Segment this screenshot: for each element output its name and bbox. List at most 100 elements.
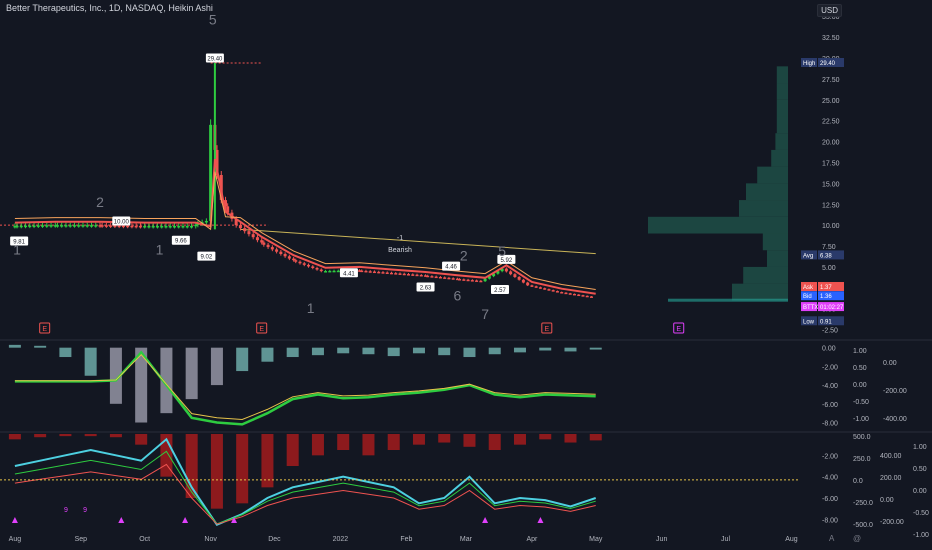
- candle-body: [475, 280, 479, 282]
- candle-body: [543, 288, 547, 290]
- y-tick-label: -2.00: [822, 364, 838, 371]
- histogram-bar: [539, 434, 552, 440]
- histogram-bar: [261, 434, 274, 488]
- candle-body: [89, 225, 93, 227]
- candle-body: [336, 270, 340, 273]
- y-tick-label: 12.50: [822, 202, 840, 209]
- candle-body: [377, 271, 381, 274]
- right-label-value: 1.37: [820, 285, 832, 291]
- histogram-bar: [438, 347, 451, 356]
- candle-body: [462, 279, 466, 281]
- histogram-bar: [488, 434, 501, 450]
- volume-profile-bar: [767, 250, 788, 267]
- candle-body: [555, 291, 559, 293]
- histogram-bar: [286, 434, 299, 466]
- candle-body: [466, 279, 470, 282]
- histogram-bar: [311, 434, 324, 456]
- histogram-bar: [84, 347, 97, 376]
- y-tick-label: 0.00: [913, 488, 927, 495]
- right-label-value: 1.36: [820, 294, 832, 300]
- candle-body: [45, 225, 49, 227]
- histogram-bar: [438, 434, 451, 443]
- histogram-bar: [261, 347, 274, 362]
- price-label: 29.40: [207, 56, 223, 62]
- x-tick-label: Oct: [139, 536, 150, 543]
- candle-body: [360, 270, 364, 273]
- price-label: 4.46: [445, 265, 457, 271]
- histogram-bar: [337, 434, 350, 450]
- candle-body: [398, 273, 402, 275]
- candle-body: [64, 225, 68, 227]
- candle-body: [443, 277, 447, 279]
- y-tick-label: 0.50: [913, 466, 927, 473]
- y-tick-label: 400.00: [880, 453, 902, 460]
- volume-profile-bar: [771, 149, 788, 167]
- candle-body: [302, 263, 306, 265]
- y-tick-label: 22.50: [822, 119, 840, 126]
- candle-body: [324, 271, 328, 273]
- earnings-marker-label: E: [676, 326, 681, 333]
- y-tick-label: 25.00: [822, 98, 840, 105]
- candle-body: [411, 274, 415, 276]
- chart-canvas[interactable]: 35.0032.5030.0027.5025.0022.5020.0017.50…: [0, 0, 932, 550]
- candle-body: [204, 220, 208, 223]
- y-tick-label: 500.0: [853, 434, 871, 441]
- candle-body: [130, 225, 134, 228]
- candle-body: [181, 225, 185, 228]
- marker-label: 9: [64, 507, 68, 514]
- candle-body: [381, 272, 385, 274]
- candle-body: [104, 225, 108, 227]
- candle-body: [172, 225, 176, 228]
- x-tick-label: Mar: [460, 536, 473, 543]
- candle-body: [147, 225, 151, 228]
- candle-body: [385, 272, 389, 274]
- candle-body: [155, 225, 159, 228]
- candle-body: [292, 258, 296, 261]
- candle-body: [551, 290, 555, 292]
- volume-profile-bar: [732, 283, 788, 301]
- y-tick-label: -200.00: [883, 388, 907, 395]
- cyan-oscillator-line: [14, 437, 597, 526]
- y-tick-label: -4.00: [822, 383, 838, 390]
- candle-body: [572, 293, 576, 296]
- right-label-name: Ask: [803, 285, 814, 291]
- candle-body: [151, 225, 155, 228]
- bearish-label: Bearish: [388, 247, 412, 254]
- green-band-line: [14, 450, 596, 525]
- histogram-bar: [463, 347, 476, 358]
- count-label: 1: [307, 300, 315, 316]
- candle-body: [521, 279, 525, 283]
- y-tick-label: -4.00: [822, 475, 838, 482]
- candle-body: [530, 285, 534, 287]
- price-label: 2.57: [494, 288, 506, 294]
- histogram-bar: [34, 345, 47, 348]
- x-tick-label: Apr: [526, 536, 538, 543]
- candle-body: [585, 295, 589, 298]
- candle-body: [307, 264, 311, 267]
- y-tick-label: -500.0: [853, 522, 873, 529]
- scale-auto-button[interactable]: A: [829, 534, 834, 543]
- candle-body: [483, 278, 487, 282]
- count-label: 6: [454, 287, 462, 303]
- candle-body: [121, 225, 125, 228]
- volume-profile-bar: [775, 133, 788, 150]
- histogram-bar: [362, 347, 375, 355]
- histogram-bar: [286, 347, 299, 358]
- histogram-bar: [539, 347, 552, 351]
- histogram-bar: [387, 347, 400, 357]
- candle-body: [328, 270, 332, 273]
- y-tick-label: -2.00: [822, 453, 838, 460]
- histogram-bar: [513, 434, 526, 445]
- count-label: 2: [460, 247, 468, 263]
- histogram-bar: [135, 434, 148, 445]
- candle-body: [419, 274, 423, 277]
- y-tick-label: 32.50: [822, 35, 840, 42]
- settings-icon[interactable]: @: [853, 534, 861, 543]
- y-tick-label: -1.00: [853, 416, 869, 423]
- y-tick-label: -200.00: [880, 519, 904, 526]
- earnings-marker-label: E: [42, 326, 47, 333]
- currency-badge[interactable]: USD: [817, 4, 842, 17]
- y-tick-label: 17.50: [822, 160, 840, 167]
- y-tick-label: 0.00: [880, 497, 894, 504]
- candle-body: [415, 274, 419, 277]
